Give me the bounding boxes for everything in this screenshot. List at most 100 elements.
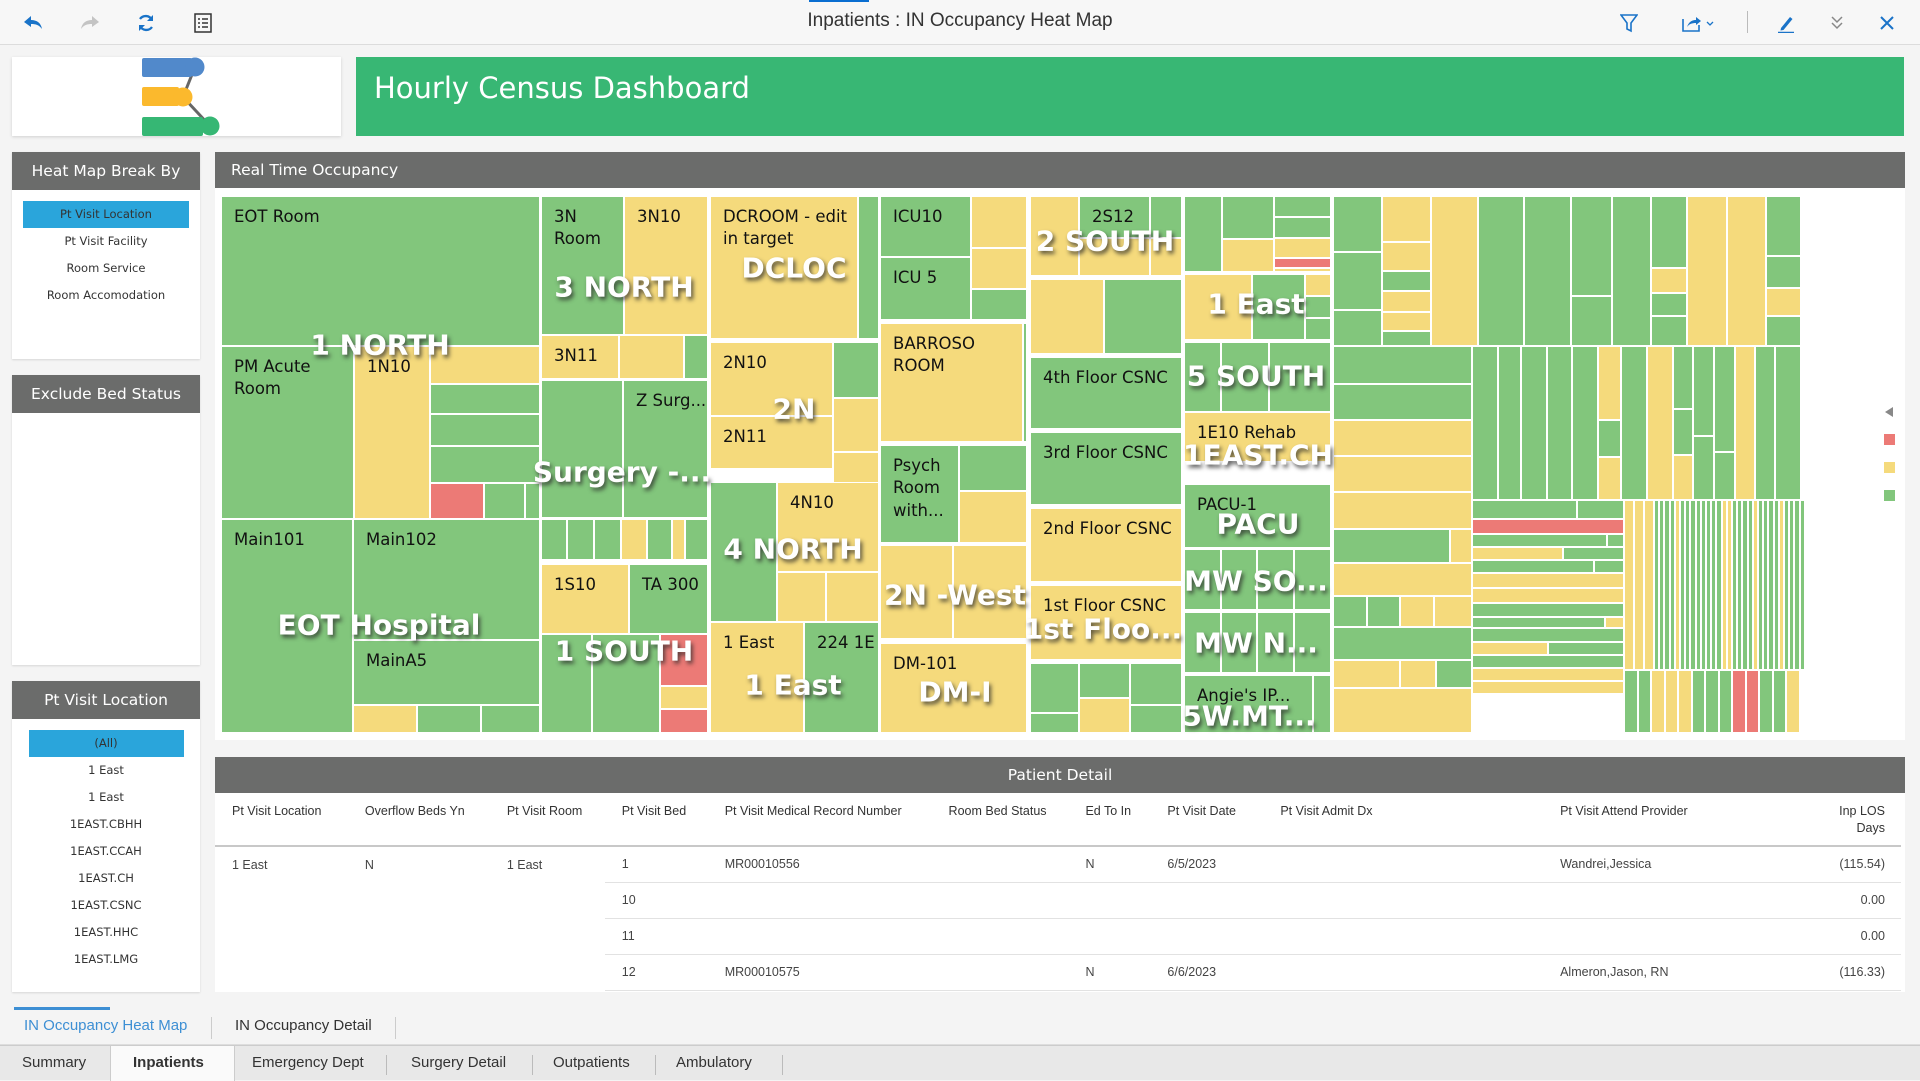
treemap-cell[interactable] (1333, 563, 1472, 596)
treemap-cell[interactable] (1030, 279, 1104, 354)
treemap-cell[interactable] (1718, 670, 1732, 733)
treemap-cell[interactable] (621, 519, 647, 560)
treemap-cell[interactable] (684, 335, 708, 379)
treemap-cell[interactable] (430, 414, 540, 446)
treemap-cell[interactable] (1257, 549, 1294, 610)
treemap-cell[interactable]: 2N11 (710, 416, 833, 469)
treemap-cell[interactable] (1079, 698, 1130, 733)
treemap-cell[interactable] (971, 289, 1027, 320)
treemap-cell[interactable] (1130, 663, 1182, 705)
treemap-cell[interactable] (1150, 238, 1182, 276)
break-by-item[interactable]: Pt Visit Facility (23, 228, 189, 255)
treemap-cell[interactable] (1547, 346, 1572, 500)
column-header[interactable]: Room Bed Status (931, 793, 1069, 847)
treemap-cell[interactable] (1030, 713, 1079, 733)
treemap-cell[interactable] (1732, 670, 1746, 733)
treemap-cell[interactable] (1472, 519, 1624, 534)
column-header[interactable]: Inp LOS Days (1820, 793, 1901, 847)
treemap-cell[interactable] (1644, 500, 1654, 670)
treemap-cell[interactable]: 1S10 (541, 564, 629, 634)
treemap-cell[interactable] (1651, 268, 1687, 293)
treemap-cell[interactable] (1030, 663, 1079, 713)
location-item[interactable]: (All) (28, 730, 184, 757)
tab-ambulatory[interactable]: Ambulatory (654, 1046, 774, 1081)
treemap-cell[interactable] (1693, 346, 1714, 436)
treemap-cell[interactable] (1786, 670, 1800, 733)
treemap-cell[interactable] (1548, 642, 1624, 655)
column-header[interactable]: Pt Visit Location (215, 793, 348, 847)
tab-outpatients[interactable]: Outpatients (531, 1046, 652, 1081)
treemap-cell[interactable] (1594, 560, 1624, 573)
treemap-cell[interactable]: Main101 (221, 519, 353, 733)
treemap-cell[interactable] (1382, 196, 1431, 242)
filter-icon[interactable] (1616, 10, 1642, 36)
treemap-cell[interactable] (1766, 196, 1801, 256)
treemap-cell[interactable] (1472, 346, 1498, 500)
treemap-cell[interactable]: Psych Room with... (880, 445, 959, 543)
treemap-cell[interactable] (1745, 670, 1759, 733)
treemap-cell[interactable] (1333, 310, 1382, 346)
column-header[interactable]: Pt Visit Medical Record Number (707, 793, 932, 847)
treemap-cell[interactable] (777, 572, 826, 622)
treemap-cell[interactable]: MainA5 (353, 640, 540, 705)
treemap-cell[interactable] (1521, 346, 1547, 500)
treemap-cell[interactable]: DM-101 (880, 643, 1027, 733)
treemap-cell[interactable] (1294, 549, 1331, 610)
treemap-cell[interactable] (1305, 318, 1331, 340)
treemap-cell[interactable]: 2S12 (1079, 196, 1150, 238)
treemap-cell[interactable]: 1st Floor CSNC (1030, 585, 1182, 660)
treemap-cell[interactable] (1221, 612, 1257, 673)
treemap-cell[interactable] (1130, 705, 1182, 733)
treemap-cell[interactable] (1563, 547, 1624, 560)
treemap-cell[interactable]: 1 East (710, 622, 804, 733)
treemap-cell[interactable] (685, 519, 708, 560)
location-item[interactable]: 1EAST.HHC (29, 919, 184, 946)
treemap-cell[interactable] (592, 634, 660, 733)
treemap-cell[interactable] (430, 346, 540, 384)
treemap-cell[interactable] (1333, 456, 1472, 492)
treemap-cell[interactable] (1472, 547, 1563, 560)
treemap-cell[interactable] (1472, 534, 1607, 547)
treemap-cell[interactable] (1184, 274, 1252, 340)
treemap-cell[interactable] (672, 519, 685, 560)
treemap-cell[interactable]: Z Surg... (623, 380, 708, 518)
column-header[interactable]: Overflow Beds Yn (347, 793, 490, 847)
treemap-cell[interactable] (1691, 670, 1705, 733)
location-item[interactable]: 1 East (29, 784, 184, 811)
treemap-cell[interactable]: 3N Room (541, 196, 624, 335)
treemap-cell[interactable] (1431, 196, 1478, 346)
treemap-cell[interactable]: 1E10 Rehab (1184, 412, 1331, 462)
treemap-cell[interactable] (1382, 291, 1431, 312)
treemap-cell[interactable]: ICU10 (880, 196, 971, 257)
treemap-cell[interactable]: TA 300 (629, 564, 708, 634)
treemap-cell[interactable] (710, 482, 777, 622)
treemap-cell[interactable] (1598, 346, 1621, 420)
treemap-cell[interactable] (959, 445, 1027, 491)
treemap-cell[interactable] (1472, 573, 1624, 588)
treemap-cell[interactable]: Main102 (353, 519, 540, 640)
treemap-cell[interactable] (833, 398, 879, 452)
location-item[interactable]: 1EAST.CBHH (29, 811, 184, 838)
break-by-item[interactable]: Pt Visit Location (23, 201, 189, 228)
treemap-cell[interactable] (1472, 500, 1577, 519)
tab-emergency-dept[interactable]: Emergency Dept (230, 1046, 386, 1081)
treemap-cell[interactable] (1637, 670, 1651, 733)
treemap-cell[interactable] (541, 634, 592, 733)
treemap-cell[interactable] (1221, 342, 1269, 412)
close-icon[interactable] (1874, 10, 1900, 36)
treemap-cell[interactable] (1400, 596, 1434, 627)
redo-icon[interactable] (77, 10, 103, 36)
treemap-cell[interactable] (1772, 670, 1786, 733)
treemap-cell[interactable] (1274, 258, 1331, 268)
legend-swatch-yellow[interactable] (1884, 462, 1895, 473)
treemap-cell[interactable]: 3N11 (541, 335, 619, 379)
treemap-cell[interactable]: 4N10 (777, 482, 879, 572)
treemap-cell[interactable] (1498, 346, 1521, 500)
tab-surgery-detail[interactable]: Surgery Detail (389, 1046, 528, 1081)
treemap-cell[interactable] (1755, 346, 1775, 500)
treemap-cell[interactable] (1524, 196, 1571, 346)
treemap-cell[interactable] (1577, 500, 1624, 519)
treemap-cell[interactable] (1333, 346, 1472, 384)
treemap-cell[interactable] (1605, 617, 1624, 628)
treemap-cell[interactable] (1687, 196, 1727, 346)
